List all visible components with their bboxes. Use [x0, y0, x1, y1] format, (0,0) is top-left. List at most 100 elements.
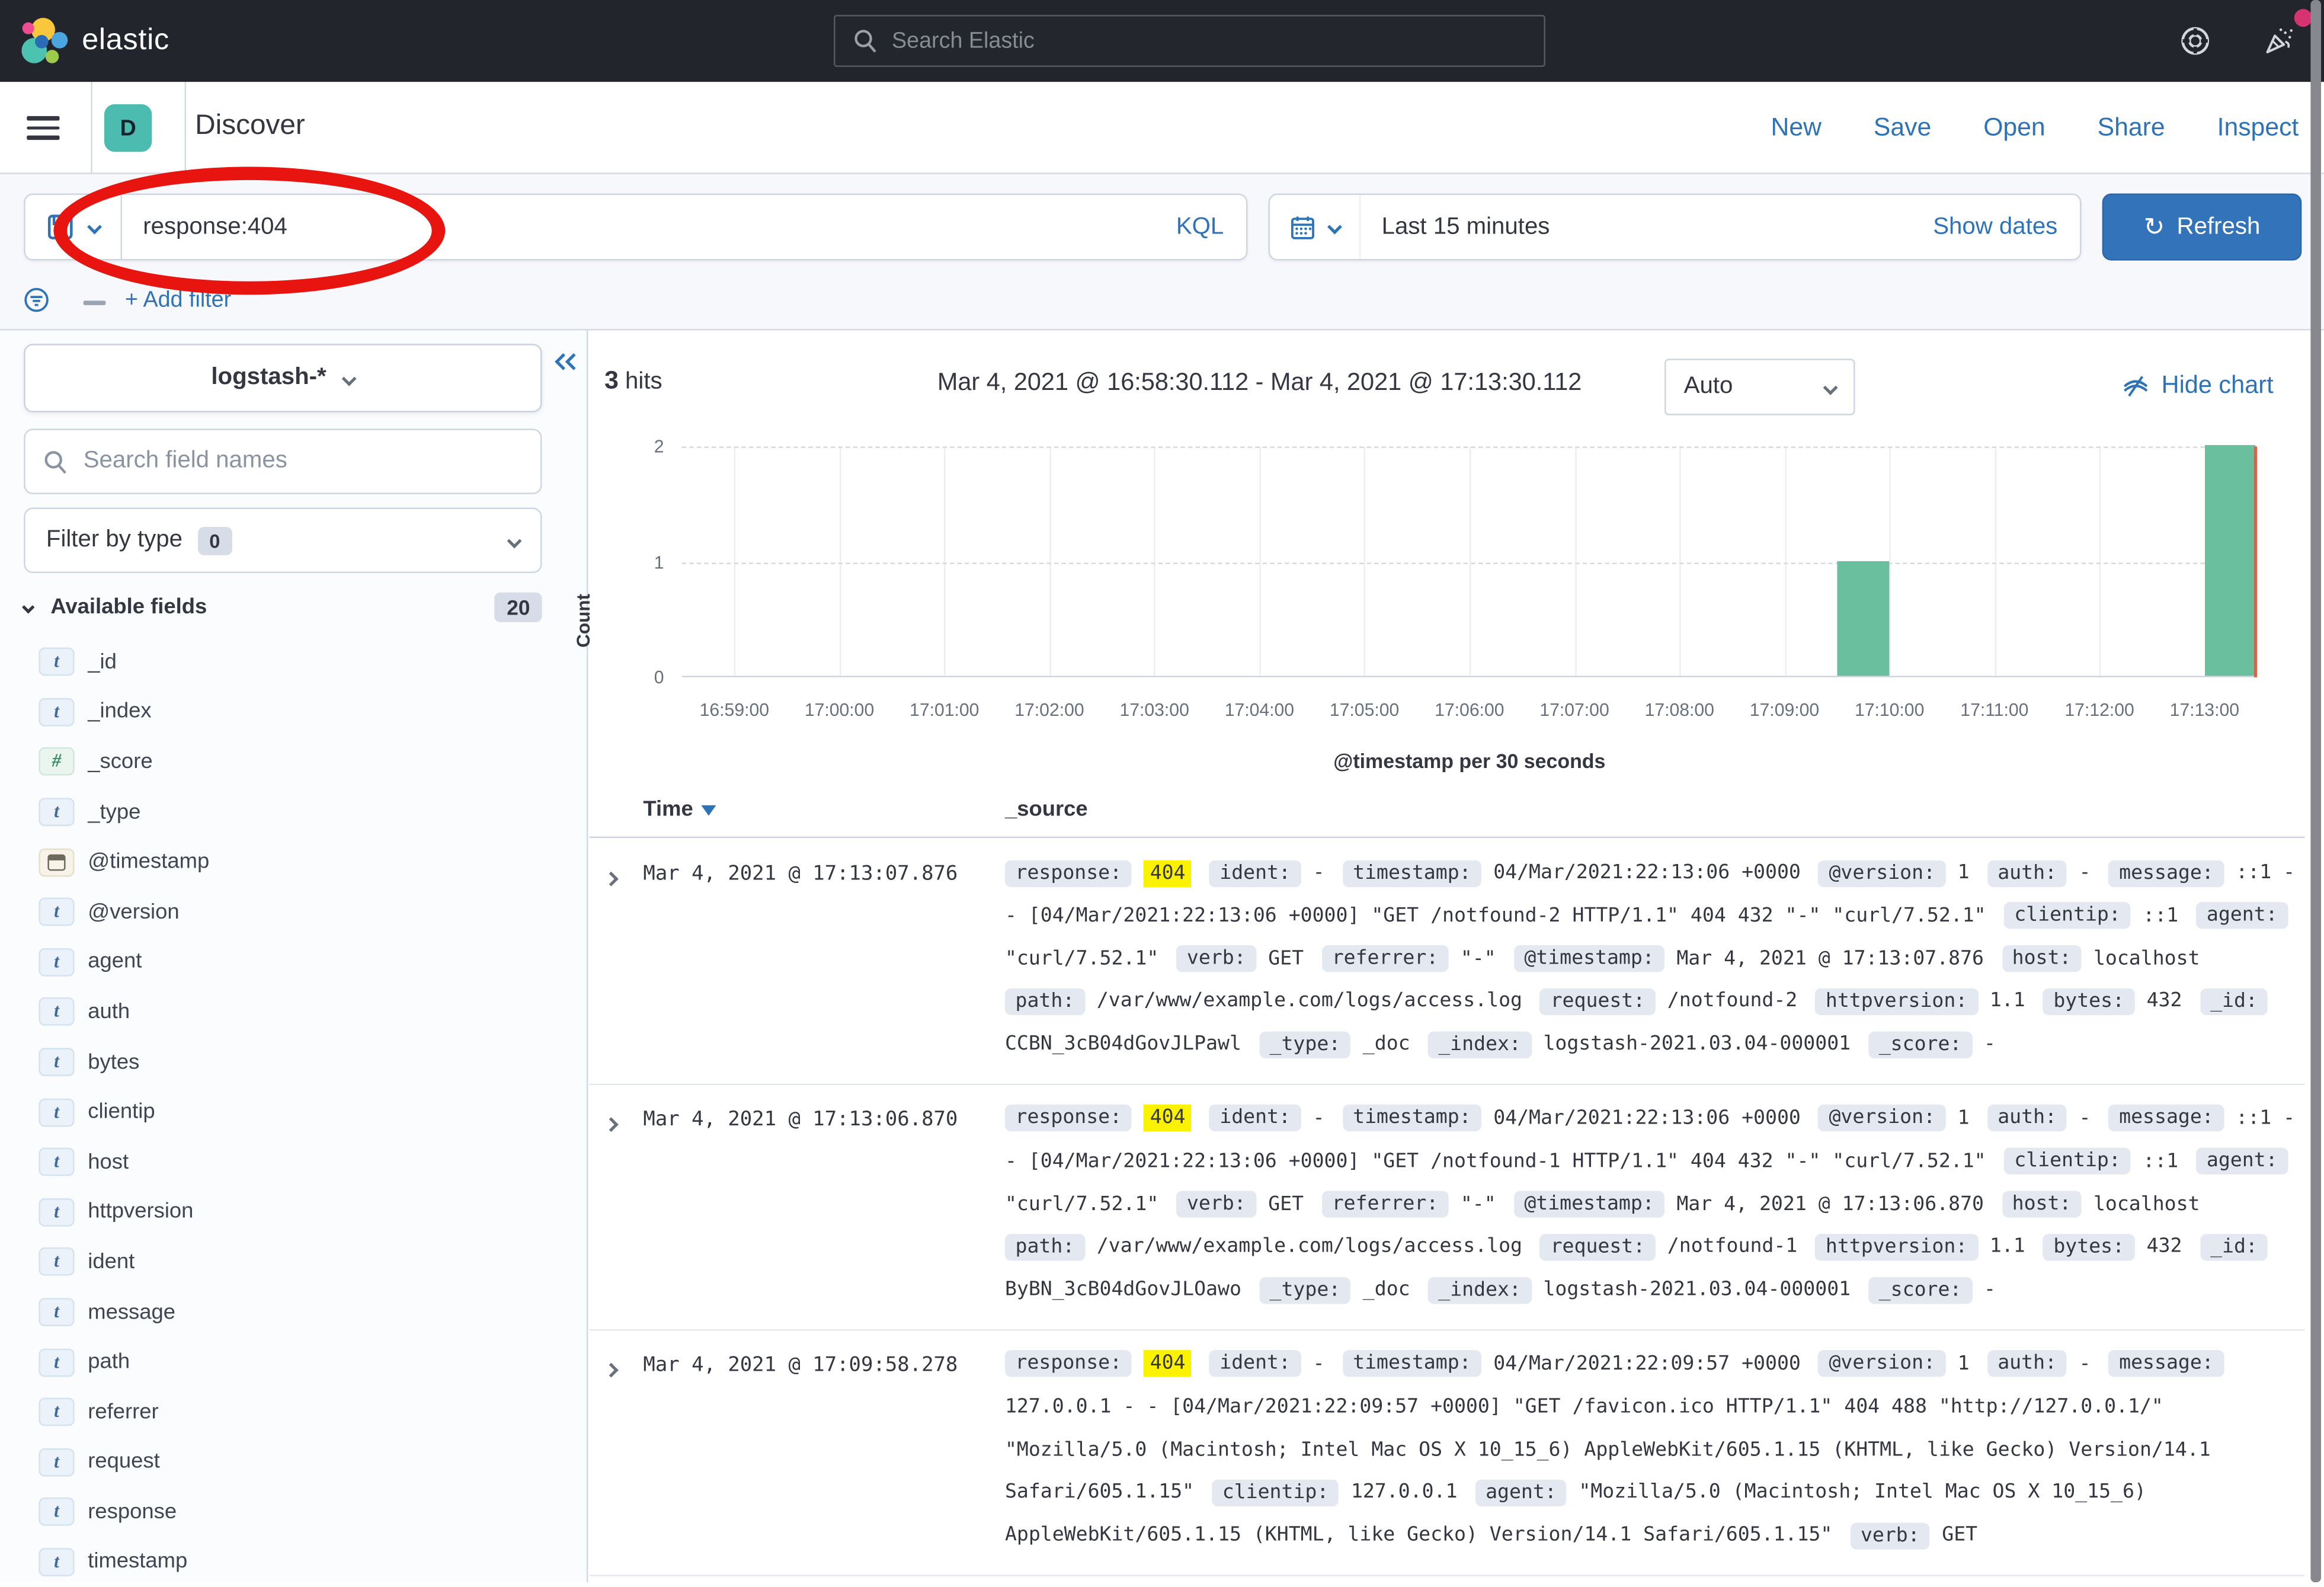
field-name: _type: [88, 800, 140, 824]
search-icon: [853, 28, 879, 54]
field-name-pill: _index:: [1428, 1276, 1532, 1303]
elastic-logo-icon: [21, 17, 68, 66]
field-item-response[interactable]: tresponse: [0, 1487, 585, 1537]
field-item-@timestamp[interactable]: @timestamp: [0, 837, 585, 887]
field-item-ident[interactable]: tident: [0, 1237, 585, 1287]
histogram-chart[interactable]: Count 012 16:59:0017:00:0017:01:0017:02:…: [590, 434, 2324, 807]
field-name-pill: _index:: [1428, 1031, 1532, 1058]
chevron-down-icon: [342, 371, 357, 386]
field-item-referrer[interactable]: treferrer: [0, 1387, 585, 1437]
newsfeed-button[interactable]: [2265, 25, 2299, 57]
filter-by-type-select[interactable]: Filter by type 0: [24, 508, 542, 574]
field-search-input[interactable]: Search field names: [24, 428, 542, 494]
field-item-_id[interactable]: t_id: [0, 637, 585, 687]
field-item-agent[interactable]: tagent: [0, 937, 585, 987]
text-field-icon: t: [39, 1348, 74, 1377]
nav-link-open[interactable]: Open: [1983, 113, 2045, 142]
field-item-@version[interactable]: t@version: [0, 887, 585, 937]
menu-button[interactable]: [27, 116, 59, 140]
query-input-box[interactable]: response:404 KQL: [24, 194, 1247, 261]
time-range-value[interactable]: Last 15 minutes: [1361, 213, 1933, 240]
field-value: -: [1984, 1034, 1996, 1056]
add-filter-button[interactable]: + Add filter: [125, 287, 231, 313]
field-name-pill: path:: [1005, 1234, 1085, 1260]
highlighted-value: 404: [1144, 1351, 1192, 1377]
field-name: response: [88, 1500, 177, 1524]
field-item-_score[interactable]: #_score: [0, 737, 585, 787]
field-name-pill: verb:: [1176, 1191, 1256, 1218]
field-name-pill: httpversion:: [1815, 1234, 1978, 1260]
field-item-request[interactable]: trequest: [0, 1437, 585, 1487]
field-item-httpversion[interactable]: thttpversion: [0, 1187, 585, 1237]
gridline-vertical: [1259, 447, 1261, 676]
nav-link-share[interactable]: Share: [2098, 113, 2165, 142]
x-tick-label: 17:03:00: [1095, 700, 1214, 721]
histogram-bar-17:13:00[interactable]: [2204, 445, 2256, 676]
filter-dash: [84, 300, 106, 304]
available-fields-header[interactable]: Available fields 20: [24, 588, 542, 626]
date-quick-menu-button[interactable]: [1270, 195, 1361, 259]
field-name-pill: clientip:: [1212, 1479, 1339, 1506]
expand-row-button[interactable]: [590, 1344, 643, 1559]
field-item-message[interactable]: tmessage: [0, 1287, 585, 1337]
hide-chart-button[interactable]: Hide chart: [2121, 372, 2274, 401]
collapse-sidebar-button[interactable]: [551, 348, 581, 375]
query-input[interactable]: response:404: [122, 213, 1176, 240]
field-value: /notfound-1: [1667, 1236, 1797, 1259]
chevron-down-icon: [1327, 220, 1342, 235]
saved-query-menu-button[interactable]: [25, 195, 122, 259]
elastic-logo[interactable]: elastic: [21, 17, 169, 66]
highlighted-value: 404: [1144, 1105, 1192, 1132]
scrollbar-thumb[interactable]: [2310, 0, 2321, 1582]
gridline-horizontal: [682, 447, 2257, 449]
page-title: Discover: [195, 110, 305, 143]
query-language-button[interactable]: KQL: [1176, 213, 1246, 240]
search-icon: [43, 449, 69, 474]
expand-row-button[interactable]: [590, 853, 643, 1067]
refresh-button[interactable]: ↻ Refresh: [2102, 194, 2302, 261]
index-pattern-select[interactable]: logstash-*: [24, 344, 542, 412]
y-axis-label: Count: [573, 594, 594, 648]
field-item-host[interactable]: thost: [0, 1137, 585, 1187]
field-item-bytes[interactable]: tbytes: [0, 1037, 585, 1087]
show-dates-button[interactable]: Show dates: [1933, 213, 2080, 240]
field-item-_type[interactable]: t_type: [0, 787, 585, 837]
expand-row-button[interactable]: [590, 1099, 643, 1313]
field-item-_index[interactable]: t_index: [0, 687, 585, 737]
document-row: Mar 4, 2021 @ 17:09:58.278response: 404 …: [590, 1330, 2304, 1576]
help-button[interactable]: [2179, 25, 2211, 57]
nav-link-new[interactable]: New: [1771, 113, 1822, 142]
divider: [91, 82, 92, 172]
interval-select[interactable]: Auto: [1664, 359, 1855, 415]
field-item-auth[interactable]: tauth: [0, 987, 585, 1037]
global-search-input[interactable]: Search Elastic: [834, 15, 1545, 67]
field-name-pill: _type:: [1259, 1031, 1351, 1058]
text-field-icon: t: [39, 1398, 74, 1426]
field-item-path[interactable]: tpath: [0, 1337, 585, 1387]
time-column-header[interactable]: Time: [643, 798, 715, 821]
x-axis-ticks: 16:59:0017:00:0017:01:0017:02:0017:03:00…: [682, 700, 2257, 724]
top-bar: elastic Search Elastic: [0, 0, 2324, 82]
text-field-icon: t: [39, 698, 74, 727]
nav-link-save[interactable]: Save: [1874, 113, 1931, 142]
highlighted-value: 404: [1144, 860, 1192, 887]
filter-icon[interactable]: [24, 287, 49, 313]
field-value: CCBN_3cB04dGovJLPawl: [1005, 1034, 1241, 1056]
text-field-icon: t: [39, 1548, 74, 1576]
field-name-pill: auth:: [1987, 1351, 2067, 1377]
page-scrollbar[interactable]: [2310, 0, 2322, 1582]
field-name-pill: request:: [1540, 988, 1656, 1015]
field-item-timestamp[interactable]: ttimestamp: [0, 1537, 585, 1587]
document-source: response: 404 ident: - timestamp: 04/Mar…: [1005, 1099, 2304, 1313]
field-item-clientip[interactable]: tclientip: [0, 1087, 585, 1137]
field-value: -: [1313, 1353, 1325, 1375]
hits-count: 3 hits: [604, 366, 662, 396]
histogram-bar-17:09:30[interactable]: [1837, 561, 1888, 676]
deployment-badge[interactable]: D: [104, 104, 152, 152]
field-value: 1: [1958, 862, 1970, 884]
gridline-vertical: [1995, 447, 1996, 676]
gridline-vertical: [1049, 447, 1051, 676]
nav-link-inspect[interactable]: Inspect: [2217, 113, 2299, 142]
gridline-vertical: [1574, 447, 1576, 676]
field-name-pill: bytes:: [2043, 1234, 2135, 1260]
